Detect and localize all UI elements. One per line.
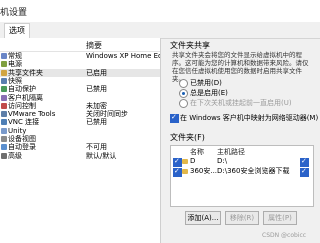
settings-row[interactable]: 快照 [0,77,160,85]
settings-row[interactable]: VMware Tools 关闭时间同步 [0,110,160,118]
setting-name: 电源 [8,60,22,69]
folder-sharing-title: 文件夹共享 [170,41,210,50]
tab-options[interactable]: 选项 [4,23,30,39]
setting-summary: 已禁用 [86,118,107,127]
setting-icon [1,102,7,109]
folder-checkbox[interactable] [173,167,182,177]
setting-name: 设备视图 [8,135,36,143]
setting-summary: 已禁用 [86,85,107,94]
setting-summary: 默认/默认 [86,151,117,160]
folders-title: 文件夹(F) [170,133,205,142]
settings-row[interactable]: 自动登录 不可用 [0,143,160,151]
folder-row[interactable]: 360安...D:\360安全浏览器下载 [171,167,311,177]
radio-always-enabled-label: 总是启用(E) [190,89,228,97]
radio-disabled[interactable] [179,79,188,88]
settings-row[interactable]: Unity [0,127,160,135]
settings-row[interactable]: 共享文件夹 已启用 [0,68,160,77]
settings-row[interactable]: 高级 默认/默认 [0,152,160,160]
setting-name: 快照 [8,76,22,85]
setting-icon [1,144,7,151]
setting-name: Unity [8,126,27,135]
setting-icon [1,94,7,101]
add-button[interactable]: 添加(A)... [185,211,221,225]
setting-icon [1,111,7,118]
setting-icon [1,53,7,59]
map-network-drive-checkbox[interactable] [170,113,179,123]
settings-row[interactable]: VNC 连接 已禁用 [0,118,160,126]
window-title: 机设置 [0,8,28,18]
setting-name: 客户机隔离 [8,93,43,102]
setting-name: VNC 连接 [8,118,40,127]
folder-enabled-checkbox[interactable] [300,157,309,167]
setting-icon [1,61,7,68]
folder-icon [182,159,188,164]
settings-row[interactable]: 常规 Windows XP Home Edition [0,52,160,60]
setting-icon [1,69,7,76]
setting-summary: 已启用 [86,68,107,77]
setting-name: 高级 [8,151,22,160]
folders-header-name[interactable]: 名称 [190,147,204,157]
folder-path: D:\360安全浏览器下载 [217,167,290,175]
settings-row[interactable]: 客户机隔离 [0,94,160,102]
radio-disabled-label: 已禁用(D) [190,79,222,87]
radio-until-poweroff-label: 在下次关机或挂起前一直启用(U) [190,99,292,107]
tab-strip: 选项 [0,22,320,39]
setting-summary: 未加密 [86,101,107,110]
setting-name: 常规 [8,52,22,60]
settings-row[interactable]: 电源 [0,60,160,68]
folder-icon [182,169,188,174]
setting-name: VMware Tools [8,110,56,119]
folder-row[interactable]: D D:\ [171,157,311,167]
folder-enabled-checkbox[interactable] [300,167,309,177]
radio-always-enabled[interactable] [179,89,188,98]
settings-row[interactable]: 自动保护 已禁用 [0,85,160,93]
setting-name: 自动登录 [8,143,36,152]
title-bar: 机设置 [0,0,320,22]
setting-summary: 不可用 [86,143,107,152]
setting-summary: 关闭时间同步 [86,110,128,119]
setting-name: 自动保护 [8,85,36,94]
setting-summary: Windows XP Home Edition [86,52,160,60]
radio-until-poweroff[interactable] [179,99,188,108]
watermark: CSDN @cobicc [262,232,307,239]
settings-list: 摘要 常规 Windows XP Home Edition 电源共享文件夹 已启用快照… [0,38,161,243]
setting-name: 访问控制 [8,101,36,110]
setting-icon [1,119,7,126]
folder-name: 360安... [190,167,218,175]
map-network-drive-label: 在 Windows 客户机中映射为网络驱动器(M) [180,114,319,122]
folders-table: 名称 主机路径 D D:\ 360安...D:\360安全浏览器下载 [170,145,314,207]
settings-list-header: 摘要 [0,38,160,52]
setting-icon [1,86,7,93]
column-header-summary[interactable]: 摘要 [86,40,102,51]
setting-icon [1,127,7,134]
setting-icon [1,77,7,84]
setting-icon [1,136,7,142]
setting-name: 共享文件夹 [8,68,43,77]
settings-row[interactable]: 设备视图 [0,135,160,143]
folder-name: D [190,157,196,165]
setting-icon [1,152,7,159]
folder-path: D:\ [217,157,228,165]
remove-button[interactable]: 移除(R) [225,211,259,225]
settings-row[interactable]: 访问控制 未加密 [0,102,160,110]
properties-button[interactable]: 属性(P) [263,211,297,225]
folders-header-path[interactable]: 主机路径 [217,147,245,157]
folder-checkbox[interactable] [173,157,182,167]
